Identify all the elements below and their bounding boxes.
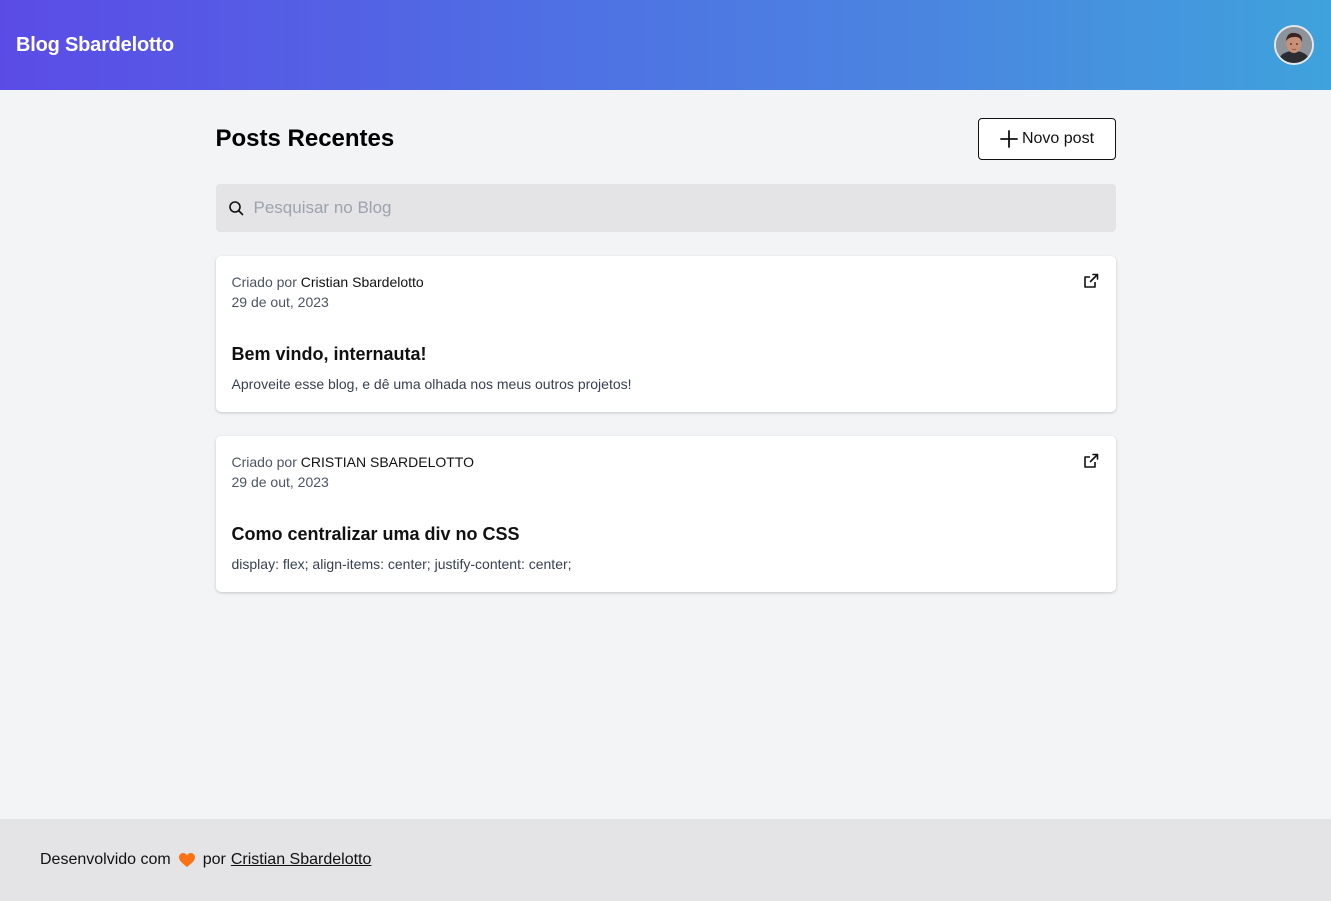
heart-icon	[178, 852, 196, 868]
post-excerpt: Aproveite esse blog, e dê uma olhada nos…	[231, 376, 632, 392]
post-author-line: Criado por CRISTIAN SBARDELOTTO	[232, 452, 1100, 472]
search-icon	[228, 201, 243, 216]
post-author: CRISTIAN SBARDELOTTO	[300, 454, 474, 470]
created-by-label: Criado por	[231, 274, 297, 290]
new-post-button[interactable]: Novo post	[977, 118, 1116, 160]
external-link-icon[interactable]	[1082, 452, 1100, 470]
footer-prefix: Desenvolvido com	[40, 851, 171, 868]
avatar-photo	[1276, 27, 1312, 63]
post-title[interactable]: Bem vindo, internauta!	[232, 342, 1100, 366]
page-title: Posts Recentes	[215, 125, 395, 152]
post-author-line: Criado por Cristian Sbardelotto	[232, 272, 1100, 292]
external-link-icon[interactable]	[1082, 272, 1100, 290]
brand-title[interactable]: Blog Sbardelotto	[16, 34, 174, 57]
post-excerpt: display: flex; align-items: center; just…	[231, 556, 572, 572]
plus-icon	[1000, 130, 1018, 148]
page-heading-row: Posts Recentes Novo post	[216, 118, 1116, 160]
created-by-label: Criado por	[231, 454, 297, 470]
post-title[interactable]: Como centralizar uma div no CSS	[232, 522, 1100, 546]
new-post-label: Novo post	[1021, 130, 1095, 147]
avatar[interactable]	[1274, 25, 1314, 65]
search-bar	[215, 184, 1116, 232]
post-card[interactable]: Criado por Cristian Sbardelotto 29 de ou…	[215, 256, 1116, 412]
post-list: Criado por Cristian Sbardelotto 29 de ou…	[215, 256, 1116, 592]
footer-by: por	[202, 851, 226, 868]
post-author: Cristian Sbardelotto	[300, 274, 424, 290]
page-footer: Desenvolvido com por Cristian Sbardelott…	[0, 819, 1331, 901]
post-date: 29 de out, 2023	[231, 294, 329, 310]
main-content: Posts Recentes Novo post Criado por Cris…	[215, 90, 1116, 592]
post-card[interactable]: Criado por CRISTIAN SBARDELOTTO 29 de ou…	[215, 436, 1116, 592]
search-input[interactable]	[253, 198, 1104, 218]
app-header: Blog Sbardelotto	[0, 0, 1331, 90]
footer-author-link[interactable]: Cristian Sbardelotto	[231, 851, 372, 869]
post-date: 29 de out, 2023	[231, 474, 329, 490]
